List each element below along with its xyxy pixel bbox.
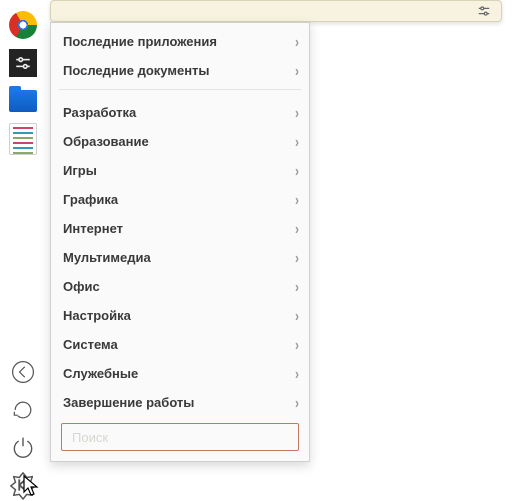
- menu-label: Завершение работы: [63, 395, 295, 410]
- menu-item-graphics[interactable]: Графика ›: [51, 185, 309, 214]
- menu-label: Настройка: [63, 308, 295, 323]
- menu-label: Служебные: [63, 366, 295, 381]
- menu-categories-group: Разработка › Образование › Игры › График…: [51, 94, 309, 417]
- menu-label: Система: [63, 337, 295, 352]
- menu-item-system[interactable]: Система ›: [51, 330, 309, 359]
- chevron-right-icon: ›: [295, 393, 299, 411]
- menu-label: Разработка: [63, 105, 295, 120]
- dock-item-chrome[interactable]: [6, 8, 40, 42]
- chevron-right-icon: ›: [295, 306, 299, 324]
- chevron-right-icon: ›: [295, 61, 299, 79]
- menu-item-internet[interactable]: Интернет ›: [51, 214, 309, 243]
- menu-item-recent-docs[interactable]: Последние документы ›: [51, 56, 309, 85]
- settings-sliders-icon[interactable]: [477, 4, 491, 18]
- menu-label: Образование: [63, 134, 295, 149]
- dock-item-settings[interactable]: [6, 46, 40, 80]
- menu-item-development[interactable]: Разработка ›: [51, 98, 309, 127]
- chevron-right-icon: ›: [295, 219, 299, 237]
- search-input[interactable]: [61, 423, 299, 451]
- menu-label: Последние приложения: [63, 34, 295, 49]
- menu-recent-group: Последние приложения › Последние докумен…: [51, 23, 309, 85]
- chevron-right-icon: ›: [295, 335, 299, 353]
- chevron-right-icon: ›: [295, 364, 299, 382]
- sliders-dark-icon: [9, 49, 37, 77]
- chevron-right-icon: ›: [295, 190, 299, 208]
- chevron-right-icon: ›: [295, 103, 299, 121]
- chevron-right-icon: ›: [295, 248, 299, 266]
- document-toolbar: [50, 0, 502, 22]
- menu-label: Интернет: [63, 221, 295, 236]
- menu-separator: [59, 89, 301, 90]
- left-dock: [2, 6, 44, 501]
- chevron-right-icon: ›: [295, 277, 299, 295]
- menu-label: Мультимедиа: [63, 250, 295, 265]
- folder-icon: [9, 90, 37, 112]
- menu-item-utilities[interactable]: Служебные ›: [51, 359, 309, 388]
- menu-item-recent-apps[interactable]: Последние приложения ›: [51, 27, 309, 56]
- chevron-right-icon: ›: [295, 161, 299, 179]
- dock-item-text-editor[interactable]: [6, 122, 40, 156]
- menu-item-office[interactable]: Офис ›: [51, 272, 309, 301]
- document-icon: [9, 123, 37, 155]
- refresh-icon[interactable]: [8, 395, 38, 425]
- menu-item-multimedia[interactable]: Мультимедиа ›: [51, 243, 309, 272]
- menu-label: Последние документы: [63, 63, 295, 78]
- menu-item-games[interactable]: Игры ›: [51, 156, 309, 185]
- menu-label: Офис: [63, 279, 295, 294]
- power-icon[interactable]: [8, 433, 38, 463]
- menu-item-education[interactable]: Образование ›: [51, 127, 309, 156]
- menu-item-settings[interactable]: Настройка ›: [51, 301, 309, 330]
- dock-item-files[interactable]: [6, 84, 40, 118]
- k-menu-icon[interactable]: [7, 469, 39, 501]
- back-icon[interactable]: [8, 357, 38, 387]
- chevron-right-icon: ›: [295, 32, 299, 50]
- search-row: [61, 423, 299, 451]
- menu-label: Графика: [63, 192, 295, 207]
- chevron-right-icon: ›: [295, 132, 299, 150]
- chrome-icon: [9, 11, 37, 39]
- menu-item-leave[interactable]: Завершение работы ›: [51, 388, 309, 417]
- menu-label: Игры: [63, 163, 295, 178]
- application-menu: Последние приложения › Последние докумен…: [50, 22, 310, 462]
